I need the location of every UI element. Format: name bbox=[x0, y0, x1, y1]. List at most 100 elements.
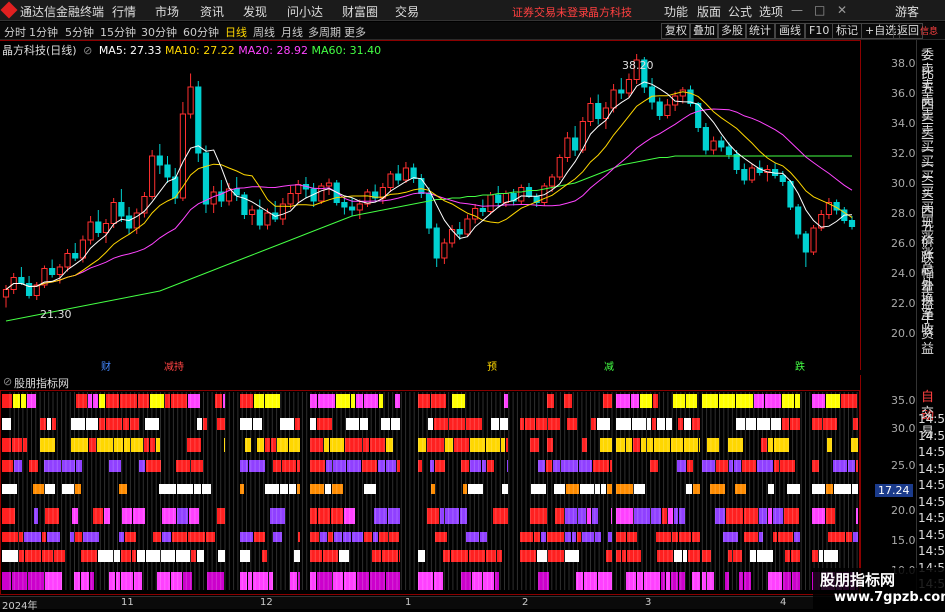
indicator-block bbox=[435, 532, 447, 542]
indicator-block bbox=[29, 460, 38, 472]
period-tab-more[interactable]: 更多 bbox=[344, 24, 366, 40]
indicator-block bbox=[326, 460, 332, 472]
indicator-collapse-icon[interactable]: ⊘ bbox=[3, 375, 12, 388]
period-tab-daily[interactable]: 日线 bbox=[225, 24, 247, 40]
candle-body bbox=[125, 215, 133, 229]
menu-item-function[interactable]: 功能 bbox=[664, 3, 688, 20]
event-marker-finance[interactable]: 财 bbox=[101, 358, 111, 373]
low-price-marker: 21.30 bbox=[40, 308, 72, 321]
indicator-block bbox=[12, 438, 22, 452]
candle-body bbox=[725, 146, 733, 155]
menu-item-wealth[interactable]: 财富圈 bbox=[342, 3, 378, 20]
menu-item-options[interactable]: 选项 bbox=[759, 3, 783, 20]
indicator-block bbox=[144, 438, 149, 452]
indicator-block bbox=[600, 438, 612, 452]
info-icon[interactable]: 信息 bbox=[920, 24, 938, 37]
candle-body bbox=[441, 242, 448, 259]
candle-body bbox=[479, 208, 486, 212]
menu-item-layout[interactable]: 版面 bbox=[697, 3, 721, 20]
date-axis: 2024年 11 12 1 2 3 4 bbox=[0, 596, 945, 612]
tick-time: 14:5 bbox=[918, 412, 945, 426]
date-label: 2 bbox=[522, 597, 529, 608]
period-tab-1min[interactable]: 1分钟 bbox=[29, 24, 58, 40]
candle-body bbox=[679, 89, 686, 97]
chart-header: 晶方科技(日线) ⊘ MA5: 27.33 MA10: 27.22 MA20: … bbox=[2, 42, 381, 58]
menu-item-formula[interactable]: 公式 bbox=[728, 3, 752, 20]
candle-body bbox=[718, 140, 725, 148]
indicator-block bbox=[702, 460, 715, 472]
period-tab-5min[interactable]: 5分钟 bbox=[65, 24, 94, 40]
menu-item-trade[interactable]: 交易 bbox=[395, 3, 419, 20]
minimize-icon[interactable]: — bbox=[791, 3, 803, 17]
period-tab-30min[interactable]: 30分钟 bbox=[141, 24, 177, 40]
indicator-block bbox=[40, 418, 46, 430]
stats-button[interactable]: 统计 bbox=[745, 23, 775, 39]
close-icon[interactable]: ✕ bbox=[837, 3, 847, 17]
candle-body bbox=[664, 104, 671, 116]
indicator-block bbox=[452, 394, 465, 408]
guest-label[interactable]: 游客 bbox=[895, 3, 919, 20]
f10-button[interactable]: F10 bbox=[805, 23, 834, 39]
period-tab-multi[interactable]: 多周期 bbox=[308, 24, 341, 40]
indicator-chart[interactable] bbox=[0, 390, 860, 595]
indicator-block bbox=[746, 418, 756, 430]
maximize-icon[interactable]: □ bbox=[814, 3, 825, 17]
ma5-line bbox=[5, 81, 853, 290]
main-kline-chart[interactable]: 晶方科技(日线) ⊘ MA5: 27.33 MA10: 27.22 MA20: … bbox=[0, 40, 860, 373]
indicator-block bbox=[172, 532, 187, 542]
indicator-block bbox=[428, 418, 433, 430]
indicator-block bbox=[333, 460, 346, 472]
indicator-block bbox=[289, 484, 296, 494]
indicator-block bbox=[572, 532, 576, 542]
date-label: 1 bbox=[405, 597, 412, 608]
menu-item-market[interactable]: 市场 bbox=[155, 3, 179, 20]
indicator-block bbox=[487, 460, 494, 472]
menu-item-ask[interactable]: 问小达 bbox=[287, 3, 323, 20]
tick-time: 14:5 bbox=[918, 478, 945, 492]
indicator-block bbox=[736, 394, 753, 408]
indicator-block bbox=[171, 572, 182, 590]
indicator-block bbox=[339, 550, 349, 562]
event-marker-fall[interactable]: 跌 bbox=[795, 358, 805, 373]
multi-stock-button[interactable]: 多股 bbox=[717, 23, 747, 39]
candle-body bbox=[64, 253, 71, 268]
indicator-block bbox=[139, 460, 145, 472]
adjust-button[interactable]: 复权 bbox=[661, 23, 691, 39]
indicator-block bbox=[634, 484, 645, 494]
indicator-block bbox=[24, 532, 41, 542]
indicator-block bbox=[774, 438, 789, 452]
event-marker-reduce-2[interactable]: 减 bbox=[604, 358, 614, 373]
tick-time: 14:5 bbox=[918, 511, 945, 525]
menu-item-discover[interactable]: 发现 bbox=[243, 3, 267, 20]
login-notice[interactable]: 证券交易未登录 bbox=[512, 4, 589, 20]
candle-body bbox=[102, 223, 110, 233]
indicator-block bbox=[121, 572, 133, 590]
indicator-block bbox=[826, 394, 840, 408]
date-label: 4 bbox=[780, 597, 787, 608]
high-price-marker: 38.20 bbox=[622, 59, 654, 72]
period-tab-monthly[interactable]: 月线 bbox=[281, 24, 303, 40]
event-marker-reduce[interactable]: 减持 bbox=[164, 358, 184, 373]
draw-line-button[interactable]: 画线 bbox=[775, 23, 805, 39]
kline-svg bbox=[0, 40, 860, 322]
mark-button[interactable]: 标记 bbox=[832, 23, 862, 39]
period-tab-weekly[interactable]: 周线 bbox=[253, 24, 275, 40]
indicator-block bbox=[71, 438, 88, 452]
indicator-block bbox=[23, 438, 27, 452]
indicator-block bbox=[253, 418, 262, 430]
tick-time: 14:5 bbox=[918, 428, 945, 443]
menu-item-news[interactable]: 资讯 bbox=[200, 3, 224, 20]
period-tab-15min[interactable]: 15分钟 bbox=[100, 24, 136, 40]
period-tab-intraday[interactable]: 分时 bbox=[4, 24, 26, 40]
menu-item-quotes[interactable]: 行情 bbox=[112, 3, 136, 20]
period-tab-60min[interactable]: 60分钟 bbox=[183, 24, 219, 40]
info-panel-toggle[interactable]: 信息 bbox=[916, 22, 945, 40]
indicator-block bbox=[520, 550, 536, 562]
overlay-button[interactable]: 叠加 bbox=[689, 23, 719, 39]
indicator-block bbox=[672, 532, 678, 542]
event-marker-forecast[interactable]: 预 bbox=[487, 358, 497, 373]
collapse-icon[interactable]: ⊘ bbox=[83, 44, 92, 57]
indicator-block bbox=[245, 438, 251, 452]
indicator-block bbox=[399, 550, 400, 562]
indicator-block bbox=[386, 438, 393, 452]
